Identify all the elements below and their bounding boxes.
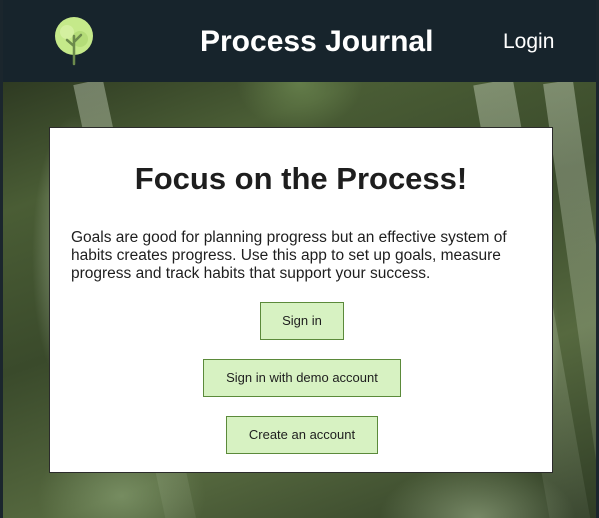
create-account-button[interactable]: Create an account [226,416,378,454]
app-frame: Process Journal Login Focus on the Proce… [0,0,599,518]
welcome-card: Focus on the Process! Goals are good for… [49,127,553,473]
welcome-heading: Focus on the Process! [134,161,468,196]
tree-icon[interactable] [53,16,95,66]
welcome-description: Goals are good for planning progress but… [71,229,507,282]
app-title: Process Journal [200,25,434,58]
sign-in-button[interactable]: Sign in [260,302,344,340]
demo-sign-in-button[interactable]: Sign in with demo account [203,359,401,397]
top-navbar: Process Journal Login [3,0,596,82]
login-link[interactable]: Login [503,30,554,54]
